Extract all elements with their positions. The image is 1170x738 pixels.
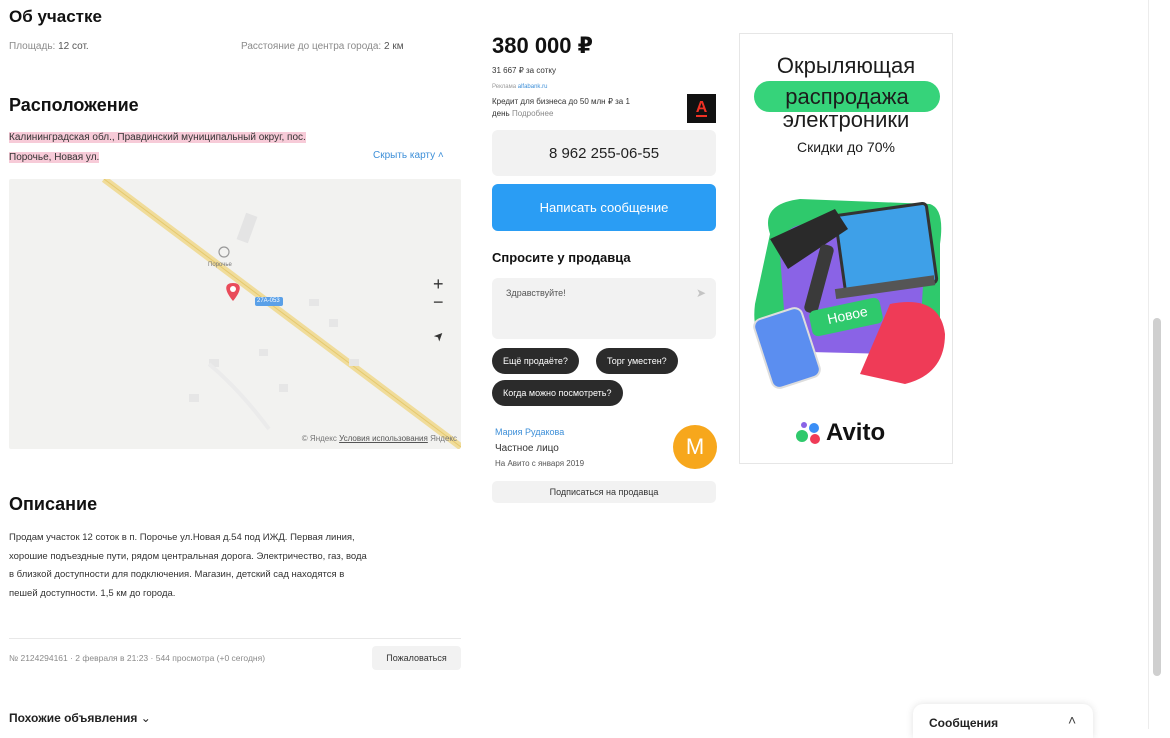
electronics-illustration [753,199,945,389]
address-line-2: Порочье, Новая ул. [9,152,100,163]
ask-seller-input[interactable]: Здравствуйте! ➤ [492,278,716,339]
quick-question-chip[interactable]: Торг уместен? [596,348,678,374]
scrollbar[interactable] [1153,318,1161,676]
send-icon[interactable]: ➤ [696,286,706,300]
description-heading: Описание [9,494,98,514]
scroll-track [1148,0,1149,729]
hide-map-label: Скрыть карту [373,150,436,161]
show-phone-button[interactable]: 8 962 255-06-55 [492,130,716,176]
similar-label: Похожие объявления [9,711,138,725]
ad-banner[interactable]: Окрыляющая распродажа электроники Скидки… [739,33,953,464]
description-line: хорошие подъездные пути, рядом центральн… [9,550,367,562]
description-line: Продам участок 12 соток в п. Порочье ул.… [9,532,355,543]
ad-label: Реклама [492,84,517,90]
description-line: пешей доступности. 1,5 км до города. [9,587,176,599]
map-building [309,299,319,306]
map-building [236,212,258,244]
map-road-edge [103,179,461,448]
map-building [189,394,199,402]
map-copyright: © Яндекс [301,434,337,443]
messages-label: Сообщения [929,716,999,730]
avito-logo: Avito [794,419,885,447]
map-brand: Яндекс [430,434,457,443]
address: Калининградская обл., Правдинский муници… [9,128,306,168]
price: 380 000 ₽ [492,33,593,58]
map-building [329,319,338,327]
quick-question-chip[interactable]: Когда можно посмотреть? [492,380,623,406]
description-line: в близкой доступности для подключения. М… [9,569,345,580]
address-line-1: Калининградская обл., Правдинский муници… [9,132,306,143]
location-heading: Расположение [9,95,139,115]
chevron-up-icon: ˄ [437,150,444,161]
map-street [207,362,271,431]
avito-brand: Avito [826,419,886,446]
chevron-down-icon: ⌄ [140,711,151,725]
seller-type: Частное лицо [495,443,559,454]
hide-map-link[interactable]: Скрыть карту ˄ [373,150,444,161]
credit-line-2: день [492,109,510,118]
area-value: 12 сот. [58,41,89,52]
messages-widget[interactable]: Сообщения ˄ [913,704,1093,738]
map-canvas [101,179,461,449]
zoom-out-button[interactable]: − [433,293,444,311]
map-footer: © Яндекс Условия использования Яндекс [302,434,457,443]
credit-ad[interactable]: Кредит для бизнеса до 50 млн ₽ за 1 день… [492,96,672,120]
listing-info: № 2124294161 · 2 февраля в 21:23 · 544 п… [9,653,266,663]
bank-logo[interactable]: А [687,94,716,123]
chevron-up-icon[interactable]: ˄ [1068,712,1076,728]
description-text: Продам участок 12 соток в п. Порочье ул.… [9,529,459,603]
distance-label: Расстояние до центра города: [241,41,382,52]
price-per-unit: 31 667 ₽ за сотку [492,66,556,75]
area-info: Площадь: 12 сот. [9,41,89,52]
banner-line-3: электроники [782,107,910,132]
alfa-logo-icon: А [695,99,708,117]
subscribe-seller-button[interactable]: Подписаться на продавца [492,481,716,503]
ad-label-row: Реклама alfabank.ru [492,84,547,90]
report-button[interactable]: Пожаловаться [372,646,461,670]
similar-listings-toggle[interactable]: Похожие объявления ⌄ [9,711,151,725]
ask-seller-text: Здравствуйте! [506,288,566,298]
ad-domain[interactable]: alfabank.ru [518,84,548,90]
banner-line-1: Окрыляющая [776,53,916,78]
quick-question-chip[interactable]: Ещё продаёте? [492,348,579,374]
distance-info: Расстояние до центра города: 2 км [241,41,404,52]
credit-line-1: Кредит для бизнеса до 50 млн ₽ за 1 [492,97,630,106]
map[interactable]: Порочье 27А-053 + − ➤ © Яндекс Условия и… [9,179,461,449]
map-building [259,349,268,356]
write-message-button[interactable]: Написать сообщение [492,184,716,231]
map-village-label: Порочье [208,262,232,268]
avito-dots-icon [796,422,820,444]
map-building [349,359,359,366]
distance-value: 2 км [384,41,404,52]
zoom-in-button[interactable]: + [433,275,444,293]
seller-since: На Авито с января 2019 [495,459,585,468]
seller-name-link[interactable]: Мария Рудакова [495,427,564,437]
divider [9,638,461,639]
map-pin-dot [230,286,236,292]
plot-heading: Об участке [9,7,102,26]
village-icon [218,246,230,258]
map-terms-link[interactable]: Условия использования [339,434,428,443]
map-road-label: 27А-053 [257,298,280,304]
avatar[interactable]: М [673,425,717,469]
map-building [279,384,288,392]
area-label: Площадь: [9,41,56,52]
credit-more-link[interactable]: Подробнее [512,109,554,118]
ask-seller-heading: Спросите у продавца [492,250,631,265]
banner-discount: Скидки до 70% [797,139,895,155]
